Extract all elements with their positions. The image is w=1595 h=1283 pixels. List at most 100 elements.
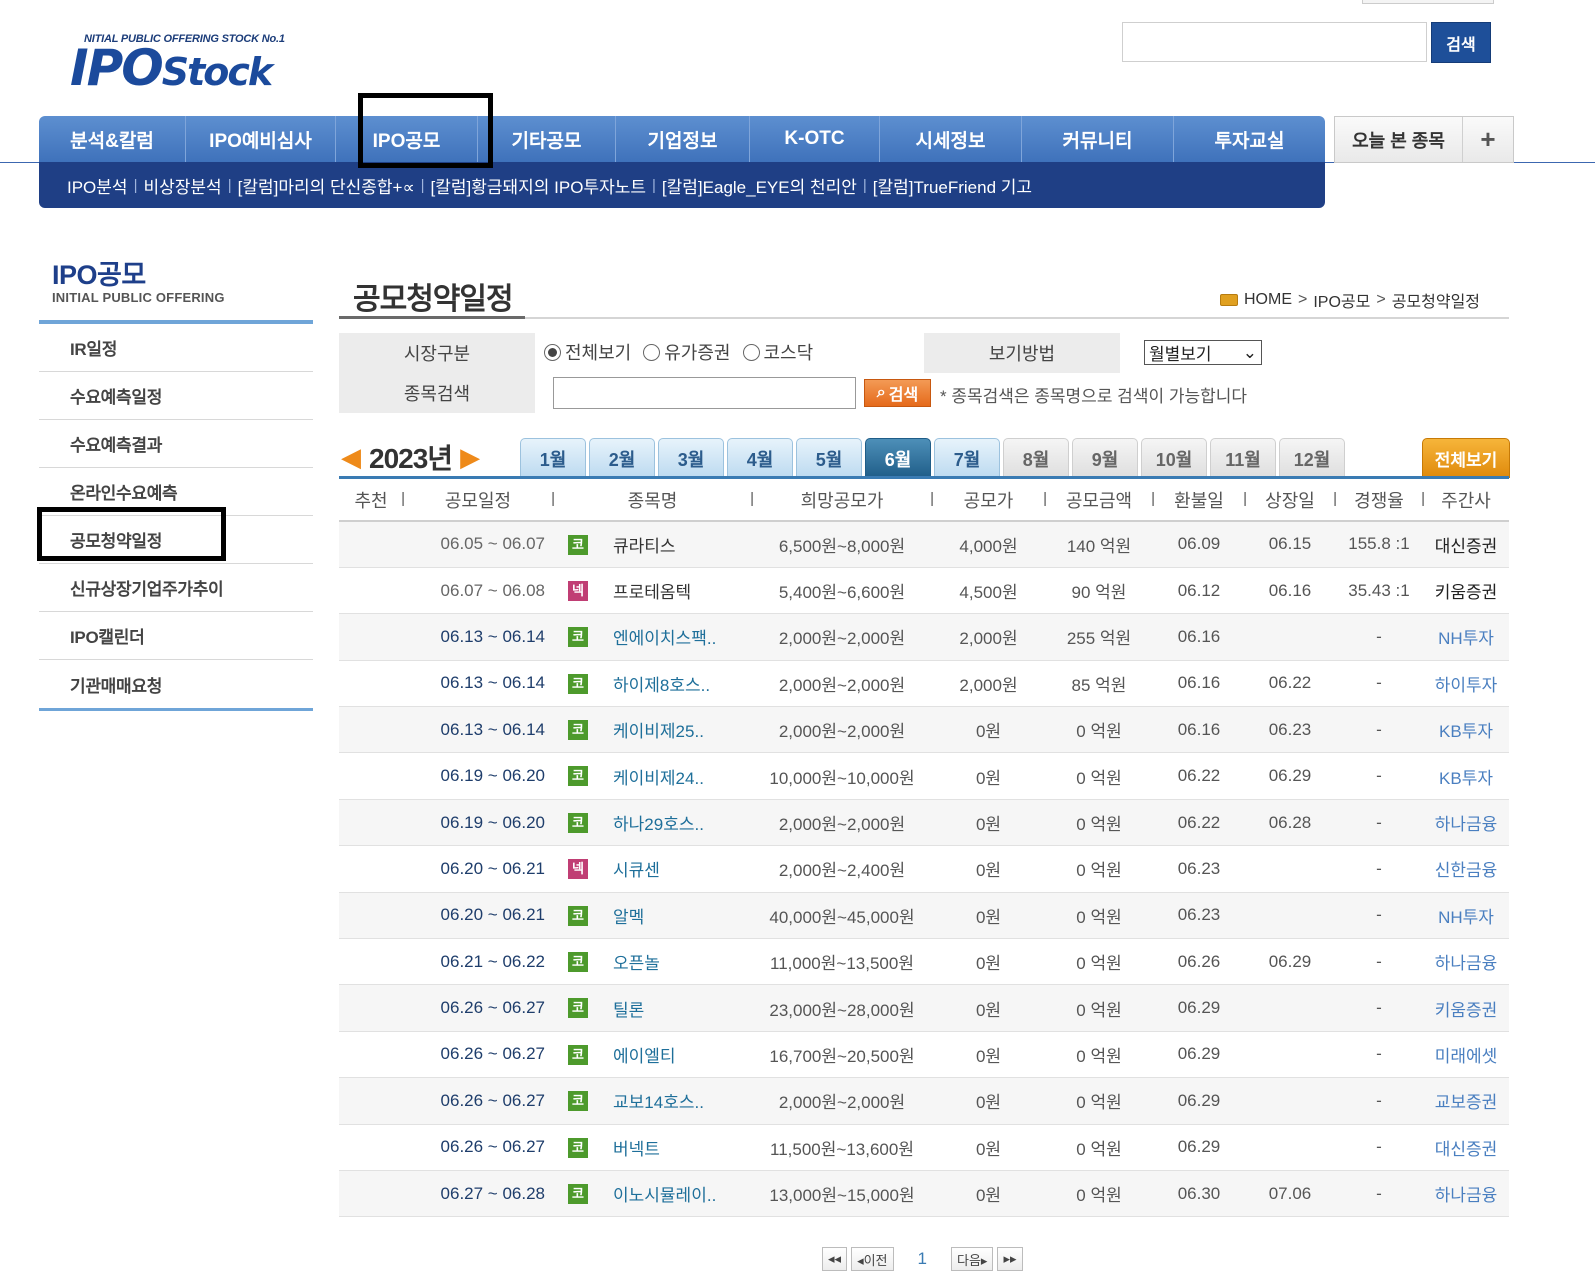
table-row[interactable]: 06.26 ~ 06.27 코 틸론 23,000원~28,000원 0원 0 억원 06.… bbox=[339, 984, 1509, 1032]
stock-name-link[interactable]: 하이제8호스.. bbox=[603, 660, 752, 708]
stock-name-link[interactable]: 케이비제25.. bbox=[603, 706, 752, 754]
lnb-item-demand-forecast-schedule[interactable]: 수요예측일정 bbox=[39, 372, 313, 420]
stock-name-link[interactable]: 교보14호스.. bbox=[603, 1077, 752, 1125]
tab-month-1[interactable]: 1월 bbox=[520, 438, 586, 478]
lead-manager-link[interactable]: KB투자 bbox=[1423, 752, 1509, 800]
tab-month-12[interactable]: 12월 bbox=[1279, 438, 1345, 478]
gnb-item-analysis[interactable]: 분석&칼럼 bbox=[39, 116, 186, 162]
next-page-button[interactable]: 다음▸ bbox=[950, 1247, 994, 1271]
site-search-input[interactable] bbox=[1122, 22, 1427, 62]
tab-month-7[interactable]: 7월 bbox=[934, 438, 1000, 478]
tab-month-6[interactable]: 6월 bbox=[865, 438, 931, 478]
stock-name-link[interactable]: 틸론 bbox=[603, 984, 752, 1032]
hope-price-cell: 40,000원~45,000원 bbox=[752, 892, 932, 940]
table-row[interactable]: 06.20 ~ 06.21 코 알멕 40,000원~45,000원 0원 0 억원 06.… bbox=[339, 892, 1509, 940]
radio-unchecked-icon[interactable] bbox=[643, 343, 661, 361]
first-page-button[interactable]: ◂◂ bbox=[822, 1247, 848, 1271]
gnb-item-ipo-preliminary[interactable]: IPO예비심사 bbox=[186, 116, 336, 162]
stock-name-link[interactable]: 이노시뮬레이.. bbox=[603, 1170, 752, 1218]
last-page-button[interactable]: ▸▸ bbox=[997, 1247, 1023, 1271]
stock-search-input[interactable] bbox=[553, 377, 856, 409]
view-all-button[interactable]: 전체보기 bbox=[1422, 438, 1510, 478]
lnb-item-demand-forecast-result[interactable]: 수요예측결과 bbox=[39, 420, 313, 468]
lead-manager-link[interactable]: NH투자 bbox=[1423, 892, 1509, 940]
lead-manager-link[interactable]: 하나금융 bbox=[1423, 938, 1509, 986]
radio-kosdaq[interactable]: 코스닥 bbox=[742, 339, 813, 365]
lnb-item-institution-trade-request[interactable]: 기관매매요청 bbox=[39, 660, 313, 708]
table-row[interactable]: 06.13 ~ 06.14 코 케이비제25.. 2,000원~2,000원 0원 0 억… bbox=[339, 706, 1509, 754]
stock-name-link[interactable]: 버넥트 bbox=[603, 1124, 752, 1171]
lead-manager-link[interactable]: 대신증권 bbox=[1423, 1124, 1509, 1171]
tab-month-2[interactable]: 2월 bbox=[589, 438, 655, 478]
lnb-item-ipo-calendar[interactable]: IPO캘린더 bbox=[39, 612, 313, 660]
lead-manager-link[interactable]: 미래에셋 bbox=[1423, 1031, 1509, 1079]
radio-all[interactable]: 전체보기 bbox=[544, 339, 631, 365]
breadcrumb-ipo-offering[interactable]: IPO공모 bbox=[1313, 288, 1370, 312]
stock-name-link[interactable]: 케이비제24.. bbox=[603, 752, 752, 800]
lead-manager-link[interactable]: 하나금융 bbox=[1423, 799, 1509, 847]
stock-name-link[interactable]: 하나29호스.. bbox=[603, 799, 752, 847]
tab-month-8[interactable]: 8월 bbox=[1003, 438, 1069, 478]
radio-checked-icon[interactable] bbox=[544, 343, 561, 361]
tab-month-4[interactable]: 4월 bbox=[727, 438, 793, 478]
today-viewed-label[interactable]: 오늘 본 종목 bbox=[1335, 117, 1463, 162]
tab-month-10[interactable]: 10월 bbox=[1141, 438, 1207, 478]
sub-nav-column-mari[interactable]: [칼럼]마리의 단신종합+∝ bbox=[238, 173, 415, 198]
sub-nav-column-eagle-eye[interactable]: [칼럼]Eagle_EYE의 천리안 bbox=[662, 173, 857, 198]
lead-manager-link[interactable]: KB투자 bbox=[1423, 706, 1509, 754]
prev-year-icon[interactable]: ◀ bbox=[341, 442, 361, 473]
table-row[interactable]: 06.05 ~ 06.07 코 큐라티스 6,500원~8,000원 4,000원 140… bbox=[339, 521, 1509, 568]
stock-name-link[interactable]: 엔에이치스팩.. bbox=[603, 613, 752, 661]
table-row[interactable]: 06.21 ~ 06.22 코 오픈놀 11,000원~13,500원 0원 0 억원 06… bbox=[339, 938, 1509, 986]
site-search-button[interactable]: 검색 bbox=[1431, 22, 1491, 63]
table-row[interactable]: 06.13 ~ 06.14 코 엔에이치스팩.. 2,000원~2,000원 2,000… bbox=[339, 613, 1509, 661]
lead-manager-link[interactable]: 하이투자 bbox=[1423, 660, 1509, 708]
lead-manager-link[interactable]: NH투자 bbox=[1423, 613, 1509, 661]
gnb-item-market-price[interactable]: 시세정보 bbox=[880, 116, 1022, 162]
radio-kospi[interactable]: 유가증권 bbox=[643, 339, 731, 365]
radio-unchecked-icon[interactable] bbox=[742, 343, 760, 361]
stock-name-link[interactable]: 큐라티스 bbox=[603, 521, 752, 568]
lead-manager-link[interactable]: 교보증권 bbox=[1423, 1077, 1509, 1125]
breadcrumb-home[interactable]: HOME bbox=[1244, 291, 1292, 309]
lead-manager-link[interactable]: 신한금융 bbox=[1423, 845, 1509, 893]
tab-month-11[interactable]: 11월 bbox=[1210, 438, 1276, 478]
table-row[interactable]: 06.26 ~ 06.27 코 교보14호스.. 2,000원~2,000원 0원 0 억… bbox=[339, 1077, 1509, 1125]
stock-name-link[interactable]: 에이엘티 bbox=[603, 1031, 752, 1079]
site-logo[interactable]: NITIAL PUBLIC OFFERING STOCK No.1 IPOSto… bbox=[70, 33, 340, 95]
table-row[interactable]: 06.19 ~ 06.20 코 하나29호스.. 2,000원~2,000원 0원 0 억… bbox=[339, 799, 1509, 847]
table-row[interactable]: 06.13 ~ 06.14 코 하이제8호스.. 2,000원~2,000원 2,000… bbox=[339, 660, 1509, 708]
stock-name-link[interactable]: 오픈놀 bbox=[603, 938, 752, 986]
table-row[interactable]: 06.19 ~ 06.20 코 케이비제24.. 10,000원~10,000원 0원 0… bbox=[339, 752, 1509, 800]
next-year-icon[interactable]: ▶ bbox=[460, 442, 480, 473]
view-method-select[interactable]: 월별보기 ⌄ bbox=[1144, 340, 1262, 365]
tab-month-3[interactable]: 3월 bbox=[658, 438, 724, 478]
table-row[interactable]: 06.07 ~ 06.08 넥 프로테옴텍 5,400원~6,600원 4,500원 90… bbox=[339, 567, 1509, 615]
prev-page-button[interactable]: ◂이전 bbox=[851, 1247, 894, 1271]
tab-month-5[interactable]: 5월 bbox=[796, 438, 862, 478]
stock-search-button[interactable]: ⌕ 검색 bbox=[864, 379, 931, 407]
gnb-item-company-info[interactable]: 기업정보 bbox=[616, 116, 750, 162]
lnb-item-new-listing-trend[interactable]: 신규상장기업주가추이 bbox=[39, 564, 313, 612]
sub-nav-unlisted-analysis[interactable]: 비상장분석 bbox=[143, 173, 221, 198]
stock-name-link[interactable]: 시큐센 bbox=[603, 845, 752, 893]
page-number-current[interactable]: 1 bbox=[898, 1249, 947, 1269]
table-row[interactable]: 06.20 ~ 06.21 넥 시큐센 2,000원~2,400원 0원 0 억원 06.2… bbox=[339, 845, 1509, 893]
stock-name-link[interactable]: 프로테옴텍 bbox=[603, 567, 752, 615]
lnb-item-ir-schedule[interactable]: IR일정 bbox=[39, 324, 313, 372]
sub-nav-ipo-analysis[interactable]: IPO분석 bbox=[67, 173, 128, 198]
gnb-item-k-otc[interactable]: K-OTC bbox=[750, 116, 880, 162]
gnb-item-other-offering[interactable]: 기타공모 bbox=[478, 116, 616, 162]
plus-icon[interactable]: + bbox=[1463, 117, 1513, 162]
gnb-item-community[interactable]: 커뮤니티 bbox=[1022, 116, 1174, 162]
table-row[interactable]: 06.26 ~ 06.27 코 에이엘티 16,700원~20,500원 0원 0 억원 0… bbox=[339, 1031, 1509, 1079]
gnb-item-education[interactable]: 투자교실 bbox=[1174, 116, 1325, 162]
sub-nav-column-truefriend[interactable]: [칼럼]TrueFriend 기고 bbox=[873, 173, 1032, 198]
tab-month-9[interactable]: 9월 bbox=[1072, 438, 1138, 478]
sub-nav-column-golden-pig[interactable]: [칼럼]황금돼지의 IPO투자노트 bbox=[431, 173, 647, 198]
table-row[interactable]: 06.26 ~ 06.27 코 버넥트 11,500원~13,600원 0원 0 억원 06… bbox=[339, 1124, 1509, 1171]
lead-manager-link[interactable]: 하나금융 bbox=[1423, 1170, 1509, 1218]
table-row[interactable]: 06.27 ~ 06.28 코 이노시뮬레이.. 13,000원~15,000원 0원 0… bbox=[339, 1170, 1509, 1218]
stock-name-link[interactable]: 알멕 bbox=[603, 892, 752, 940]
lead-manager-link[interactable]: 키움증권 bbox=[1423, 984, 1509, 1032]
